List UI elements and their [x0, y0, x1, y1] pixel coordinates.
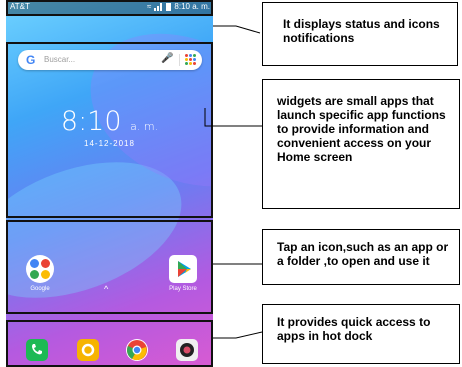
status-callout: It displays status and icons notificatio…: [262, 2, 458, 66]
dock-callout: It provides quick access to apps in hot …: [262, 304, 460, 364]
widgets-callout: widgets are small apps that launch speci…: [262, 79, 460, 209]
apps-callout: Tap an icon,such as an app or a folder ,…: [262, 229, 460, 285]
